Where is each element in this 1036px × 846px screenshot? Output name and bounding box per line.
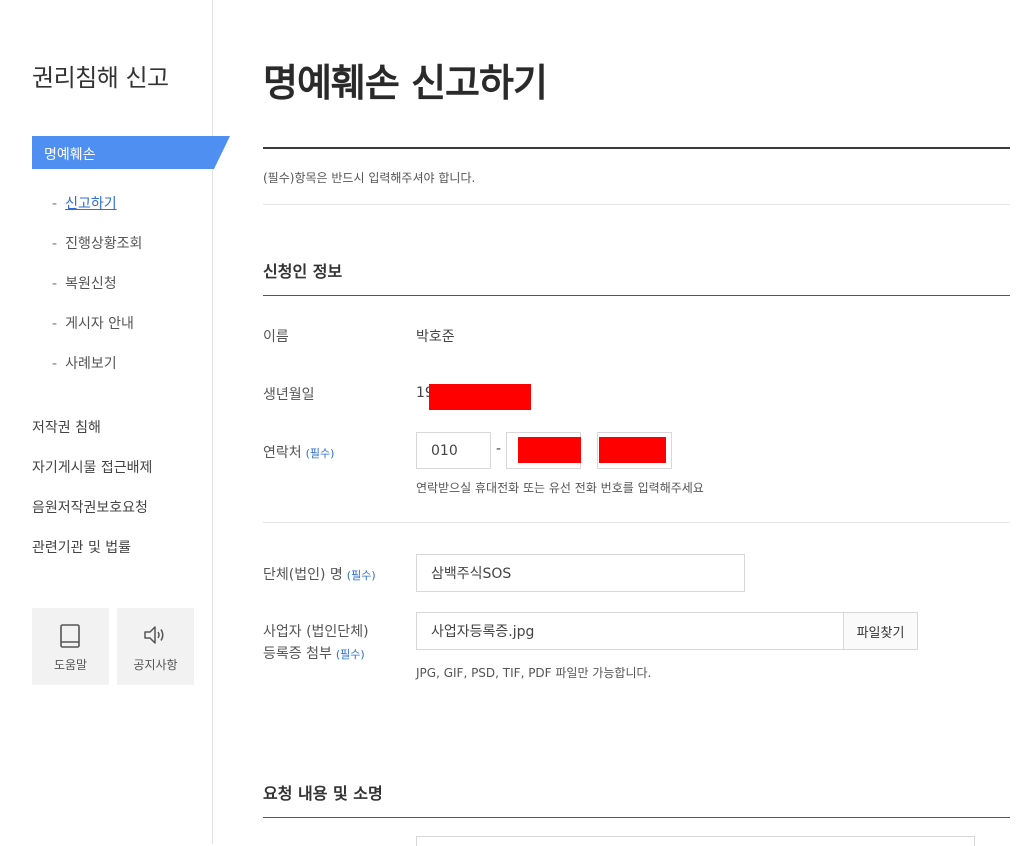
sidebar-subitem-report[interactable]: - 신고하기	[52, 193, 117, 213]
help-label: 도움말	[53, 658, 88, 672]
sidebar-subitem-label: 진행상황조회	[65, 236, 143, 252]
sidebar-subitem-label: 복원신청	[65, 276, 117, 292]
biz-label-line1: 사업자 (법인단체)	[263, 624, 369, 640]
section-divider	[263, 817, 1010, 818]
sidebar-item-copyright[interactable]: 저작권 침해	[32, 417, 101, 437]
required-tag: (필수)	[346, 569, 376, 582]
section-divider	[263, 295, 1010, 296]
sidebar-subitem-label: 게시자 안내	[65, 316, 134, 332]
phone-first-input[interactable]: 010	[416, 432, 491, 469]
phone-last-redaction	[599, 437, 666, 463]
applicant-section-title: 신청인 정보	[263, 262, 343, 281]
phone-label: 연락처 (필수)	[263, 442, 334, 462]
sidebar-title: 권리침해 신고	[32, 64, 169, 92]
speaker-icon	[144, 626, 164, 644]
sidebar-subitem-label: 사례보기	[65, 356, 117, 372]
sidebar-subitem-restore[interactable]: - 복원신청	[52, 273, 117, 293]
request-section-title: 요청 내용 및 소명	[263, 784, 383, 803]
notice-button[interactable]: 공지사항	[117, 608, 194, 685]
phone-label-text: 연락처	[263, 445, 302, 461]
page-title: 명예훼손 신고하기	[263, 61, 548, 105]
phone-separator: -	[496, 441, 502, 457]
sidebar-item-label: 명예훼손	[44, 147, 96, 163]
phone-middle-redaction	[518, 437, 581, 463]
sidebar-item-music-copyright[interactable]: 음원저작권보호요청	[32, 497, 148, 517]
biz-label: 사업자 (법인단체) 등록증 첨부 (필수)	[263, 621, 369, 666]
name-label: 이름	[263, 329, 289, 345]
file-help: JPG, GIF, PSD, TIF, PDF 파일만 가능합니다.	[416, 666, 652, 680]
title-divider	[263, 147, 1010, 149]
birth-label: 생년월일	[263, 387, 315, 403]
find-file-button[interactable]: 파일찾기	[843, 612, 918, 650]
help-button[interactable]: 도움말	[32, 608, 109, 685]
sidebar-subitem-label: 신고하기	[65, 196, 117, 212]
required-note: (필수)항목은 반드시 입력해주셔야 합니다.	[263, 171, 476, 185]
birth-redaction	[429, 384, 531, 410]
notice-label: 공지사항	[133, 658, 178, 672]
divider	[263, 204, 1010, 205]
biz-label-line2: 등록증 첨부	[263, 646, 332, 662]
org-label: 단체(법인) 명 (필수)	[263, 564, 376, 584]
request-textarea[interactable]	[416, 836, 975, 846]
sidebar-subitem-poster-guide[interactable]: - 게시자 안내	[52, 313, 134, 333]
required-tag: (필수)	[335, 648, 365, 661]
required-tag: (필수)	[305, 447, 335, 460]
sidebar-item-self-post-exclusion[interactable]: 자기게시물 접근배제	[32, 457, 152, 477]
sidebar-item-related-laws[interactable]: 관련기관 및 법률	[32, 537, 131, 557]
name-value: 박호준	[416, 329, 455, 345]
divider	[263, 522, 1010, 523]
biz-file-input[interactable]: 사업자등록증.jpg	[416, 612, 844, 650]
org-label-text: 단체(법인) 명	[263, 567, 343, 583]
sidebar-subitem-cases[interactable]: - 사례보기	[52, 353, 117, 373]
sidebar-subitem-progress[interactable]: - 진행상황조회	[52, 233, 142, 253]
book-icon	[60, 624, 80, 648]
org-name-input[interactable]: 삼백주식SOS	[416, 554, 745, 592]
phone-help: 연락받으실 휴대전화 또는 유선 전화 번호를 입력해주세요	[416, 481, 704, 495]
sidebar-item-defamation[interactable]: 명예훼손	[32, 136, 230, 169]
